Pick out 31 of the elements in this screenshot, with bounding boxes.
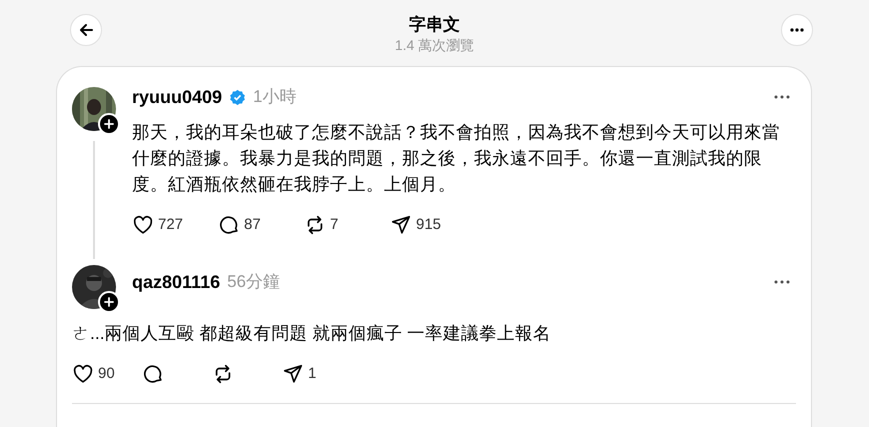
more-icon xyxy=(774,95,790,99)
back-button[interactable] xyxy=(70,14,102,46)
view-count: 1.4 萬次瀏覽 xyxy=(394,36,474,54)
plus-icon xyxy=(104,296,114,306)
username[interactable]: qaz801116 xyxy=(132,270,220,292)
more-icon xyxy=(790,28,804,32)
reply-button[interactable]: 87 xyxy=(218,214,304,236)
more-icon xyxy=(774,280,790,284)
username[interactable]: ryuuu0409 xyxy=(132,86,222,108)
plus-icon xyxy=(104,119,114,129)
follow-button[interactable] xyxy=(98,290,120,312)
heart-icon xyxy=(72,362,94,385)
more-button[interactable] xyxy=(774,280,790,284)
comment-icon xyxy=(218,214,240,236)
more-button[interactable] xyxy=(781,14,813,46)
timestamp: 1小時 xyxy=(253,86,297,108)
share-button[interactable]: 915 xyxy=(390,214,442,236)
like-button[interactable]: 90 xyxy=(72,362,142,385)
like-button[interactable]: 727 xyxy=(132,214,218,236)
post-text: 那天，我的耳朵也破了怎麼不說話？我不會拍照，因為我不會想到今天可以用來當什麼的證據。我暴力是我的問題，那之後，我永遠不回手。你還一直測試我的限度。紅酒瓶依然砸在我脖子上。上個月。 xyxy=(132,121,781,196)
share-button[interactable]: 1 xyxy=(282,362,316,385)
heart-icon xyxy=(132,214,154,236)
send-icon xyxy=(390,214,412,236)
timestamp: 56分鐘 xyxy=(227,270,280,292)
repost-button[interactable]: 7 xyxy=(304,214,390,236)
post-text: ㄜ...兩個人互毆 都超級有問題 就兩個瘋子 一率建議拳上報名 xyxy=(72,322,552,344)
comment-icon xyxy=(142,362,164,385)
page-title: 字串文 xyxy=(409,14,460,36)
send-icon xyxy=(282,362,304,385)
more-button[interactable] xyxy=(774,95,790,99)
back-arrow-icon xyxy=(78,22,94,38)
